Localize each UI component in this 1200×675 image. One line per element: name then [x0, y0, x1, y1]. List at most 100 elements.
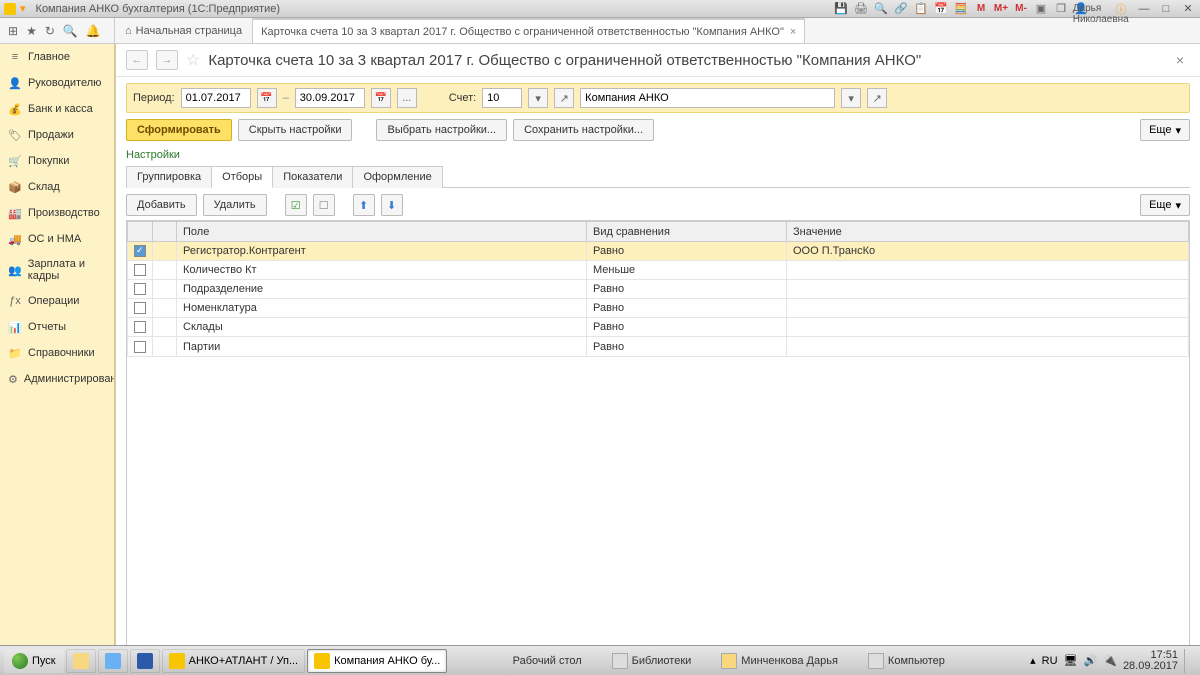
calendar-from-button[interactable]: 📅: [257, 88, 277, 108]
calc-icon[interactable]: 🧮: [954, 2, 968, 16]
account-input[interactable]: [482, 88, 522, 108]
uncheck-all-button[interactable]: ☐: [313, 194, 335, 216]
delete-filter-button[interactable]: Удалить: [203, 194, 267, 216]
sidebar-item-operations[interactable]: ƒxОперации: [0, 288, 114, 314]
search-icon[interactable]: 🔍: [874, 2, 888, 16]
taskbar-explorer[interactable]: [66, 649, 96, 673]
desktop-shortcut[interactable]: Рабочий стол: [513, 655, 582, 667]
m-icon[interactable]: M: [974, 2, 988, 16]
calendar-icon[interactable]: 📅: [934, 2, 948, 16]
dropdown-icon[interactable]: ▾: [20, 2, 26, 15]
sidebar-item-directories[interactable]: 📁Справочники: [0, 340, 114, 366]
org-dropdown-button[interactable]: ▾: [841, 88, 861, 108]
favorite-star-icon[interactable]: ☆: [186, 50, 200, 70]
history-icon[interactable]: ↻: [45, 24, 55, 38]
user-name[interactable]: Минченкова Дарья Николаевна: [1094, 2, 1108, 16]
save-icon[interactable]: 💾: [834, 2, 848, 16]
box-icon[interactable]: ▣: [1034, 2, 1048, 16]
star-icon[interactable]: ★: [26, 24, 37, 38]
tab-home[interactable]: ⌂ Начальная страница: [115, 18, 252, 43]
sidebar-item-admin[interactable]: ⚙Администрирование: [0, 366, 114, 392]
search-toolbar-icon[interactable]: 🔍: [63, 24, 78, 38]
hide-settings-button[interactable]: Скрыть настройки: [238, 119, 353, 141]
nav-back-button[interactable]: ←: [126, 50, 148, 70]
row-checkbox[interactable]: [134, 283, 146, 295]
sidebar-item-sales[interactable]: 🏷Продажи: [0, 122, 114, 148]
close-page-button[interactable]: ×: [1170, 52, 1190, 68]
print-icon[interactable]: 🖨: [854, 2, 868, 16]
taskbar-1c-app1[interactable]: АНКО+АТЛАНТ / Уп...: [162, 649, 306, 673]
sidebar-item-salary[interactable]: 👥Зарплата и кадры: [0, 252, 114, 288]
date-to-input[interactable]: [295, 88, 365, 108]
tab-indicators[interactable]: Показатели: [272, 166, 353, 188]
calendar-to-button[interactable]: 📅: [371, 88, 391, 108]
row-checkbox[interactable]: [134, 341, 146, 353]
row-checkbox[interactable]: [134, 264, 146, 276]
sidebar-item-warehouse[interactable]: 📦Склад: [0, 174, 114, 200]
start-button[interactable]: Пуск: [4, 649, 64, 673]
select-settings-button[interactable]: Выбрать настройки...: [376, 119, 507, 141]
sidebar-item-main[interactable]: ≡Главное: [0, 44, 114, 70]
table-row[interactable]: НоменклатураРавно: [128, 299, 1189, 318]
tab-filters[interactable]: Отборы: [211, 166, 273, 188]
table-row[interactable]: СкладыРавно: [128, 318, 1189, 337]
minimize-button[interactable]: —: [1136, 2, 1152, 16]
col-check[interactable]: [128, 222, 153, 242]
table-row[interactable]: ПартииРавно: [128, 337, 1189, 356]
taskbar-1c-app2[interactable]: Компания АНКО бу...: [307, 649, 447, 673]
tray-icon[interactable]: 🖥: [1064, 654, 1078, 667]
filter-more-button[interactable]: Еще▾: [1140, 194, 1190, 216]
m-plus-icon[interactable]: M+: [994, 2, 1008, 16]
sidebar-item-manager[interactable]: 👤Руководителю: [0, 70, 114, 96]
period-picker-button[interactable]: ...: [397, 88, 417, 108]
move-down-button[interactable]: ⬇: [381, 194, 403, 216]
organization-input[interactable]: [580, 88, 835, 108]
row-checkbox[interactable]: [134, 245, 146, 257]
close-window-button[interactable]: ✕: [1180, 2, 1196, 16]
clipboard-icon[interactable]: 📋: [914, 2, 928, 16]
clock[interactable]: 17:51 28.09.2017: [1123, 650, 1178, 672]
account-dropdown-button[interactable]: ▾: [528, 88, 548, 108]
row-checkbox[interactable]: [134, 321, 146, 333]
org-open-button[interactable]: ↗: [867, 88, 887, 108]
menu-icon[interactable]: ⊞: [8, 24, 18, 38]
sidebar-item-purchases[interactable]: 🛒Покупки: [0, 148, 114, 174]
taskbar-app[interactable]: [98, 649, 128, 673]
table-row[interactable]: ПодразделениеРавно: [128, 280, 1189, 299]
tray-icon[interactable]: 🔊: [1084, 654, 1098, 667]
col-value[interactable]: Значение: [787, 222, 1189, 242]
tray-expand-icon[interactable]: ▴: [1030, 654, 1036, 667]
nav-forward-button[interactable]: →: [156, 50, 178, 70]
generate-button[interactable]: Сформировать: [126, 119, 232, 141]
window-icon[interactable]: ❐: [1054, 2, 1068, 16]
tab-formatting[interactable]: Оформление: [352, 166, 442, 188]
move-up-button[interactable]: ⬆: [353, 194, 375, 216]
save-settings-button[interactable]: Сохранить настройки...: [513, 119, 654, 141]
sidebar-item-reports[interactable]: 📊Отчеты: [0, 314, 114, 340]
language-indicator[interactable]: RU: [1042, 655, 1058, 667]
table-row[interactable]: Регистратор.КонтрагентРавноООО П.ТрансКо: [128, 242, 1189, 261]
taskbar-ps[interactable]: [130, 649, 160, 673]
check-all-button[interactable]: ☑: [285, 194, 307, 216]
tray-icon[interactable]: 🔌: [1103, 654, 1117, 667]
account-open-button[interactable]: ↗: [554, 88, 574, 108]
more-actions-button[interactable]: Еще▾: [1140, 119, 1190, 141]
tab-document[interactable]: Карточка счета 10 за 3 квартал 2017 г. О…: [252, 18, 805, 43]
computer-shortcut[interactable]: Компьютер: [868, 653, 945, 669]
libraries-shortcut[interactable]: Библиотеки: [612, 653, 692, 669]
user-shortcut[interactable]: Минченкова Дарья: [721, 653, 838, 669]
m-minus-icon[interactable]: M-: [1014, 2, 1028, 16]
col-field[interactable]: Поле: [177, 222, 587, 242]
show-desktop-button[interactable]: [1184, 649, 1192, 673]
sidebar-item-production[interactable]: 🏭Производство: [0, 200, 114, 226]
row-checkbox[interactable]: [134, 302, 146, 314]
add-filter-button[interactable]: Добавить: [126, 194, 197, 216]
sidebar-item-assets[interactable]: 🚚ОС и НМА: [0, 226, 114, 252]
tab-close-icon[interactable]: ×: [790, 26, 796, 38]
table-row[interactable]: Количество КтМеньше: [128, 261, 1189, 280]
date-from-input[interactable]: [181, 88, 251, 108]
info-icon[interactable]: ⓘ: [1114, 2, 1128, 16]
maximize-button[interactable]: □: [1158, 2, 1174, 16]
col-comparison[interactable]: Вид сравнения: [587, 222, 787, 242]
tab-grouping[interactable]: Группировка: [126, 166, 212, 188]
